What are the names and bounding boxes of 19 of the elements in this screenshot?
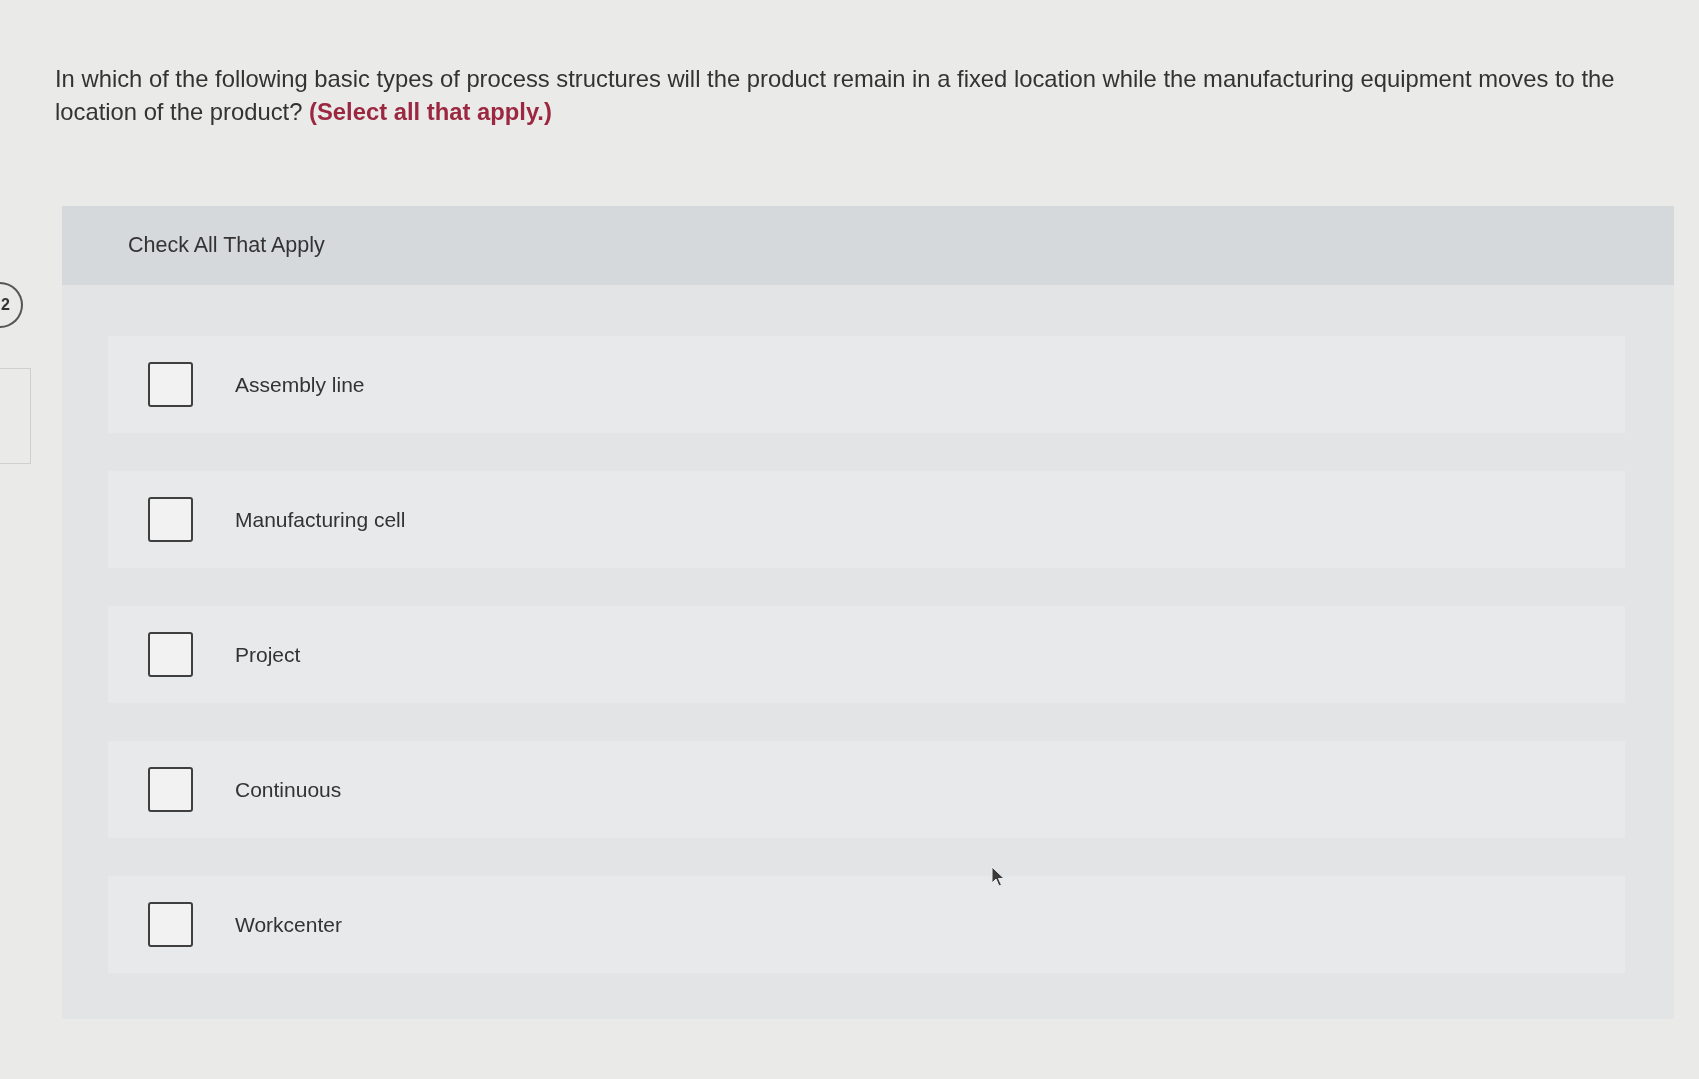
answer-option[interactable]: Continuous — [108, 741, 1625, 838]
option-label: Project — [235, 642, 301, 667]
checkbox[interactable] — [148, 497, 193, 542]
option-label: Continuous — [235, 777, 342, 802]
checkbox[interactable] — [148, 902, 193, 947]
question-number[interactable]: 2 — [0, 282, 23, 328]
answer-option[interactable]: Workcenter — [108, 876, 1625, 973]
answer-option[interactable]: Manufacturing cell — [108, 471, 1625, 568]
panel-header-text: Check All That Apply — [128, 233, 325, 258]
checkbox[interactable] — [148, 362, 193, 407]
mouse-pointer-icon — [991, 866, 1005, 888]
option-label: Assembly line — [235, 372, 365, 397]
answer-option[interactable]: Project — [108, 606, 1625, 703]
checkbox[interactable] — [148, 767, 193, 812]
answer-option[interactable]: Assembly line — [108, 336, 1625, 433]
option-label: Workcenter — [235, 912, 342, 937]
checkbox[interactable] — [148, 632, 193, 677]
question-text: In which of the following basic types of process structures will the product remain in a fixed location while the manufacturing equipment moves to the location of the product? (Select all that apply.) — [55, 64, 1616, 127]
option-label: Manufacturing cell — [235, 507, 406, 532]
